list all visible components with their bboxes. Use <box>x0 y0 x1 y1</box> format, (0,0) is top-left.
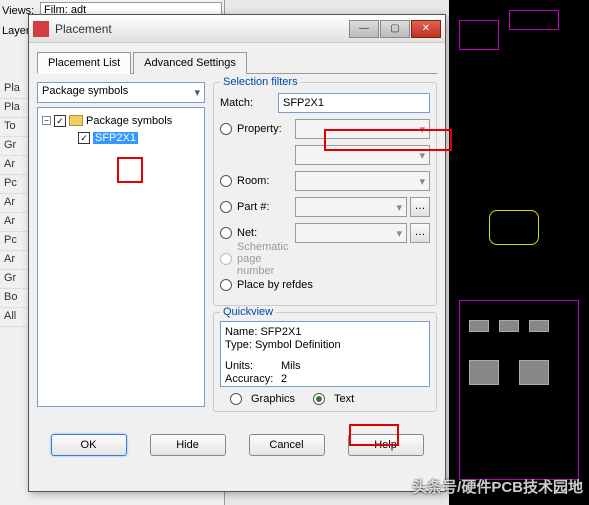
room-label: Room: <box>237 175 295 187</box>
side-item[interactable]: Gr <box>0 270 28 289</box>
placement-dialog: Placement — ▢ ✕ Placement List Advanced … <box>28 14 446 492</box>
net-radio[interactable] <box>220 227 232 239</box>
titlebar[interactable]: Placement — ▢ ✕ <box>29 15 445 43</box>
graphics-radio[interactable] <box>230 393 242 405</box>
side-item[interactable]: Ar <box>0 213 28 232</box>
room-radio[interactable] <box>220 175 232 187</box>
close-button[interactable]: ✕ <box>411 20 441 38</box>
tree-root[interactable]: − ✓ Package symbols <box>42 112 200 129</box>
net-label: Net: <box>237 227 295 239</box>
tab-placement-list[interactable]: Placement List <box>37 52 131 74</box>
refdes-radio[interactable] <box>220 279 232 291</box>
text-label: Text <box>334 393 354 405</box>
property-value-combo[interactable] <box>295 145 430 165</box>
symbol-tree[interactable]: − ✓ Package symbols ✓ SFP2X1 <box>37 107 205 407</box>
room-combo[interactable] <box>295 171 430 191</box>
tree-child-label: SFP2X1 <box>93 132 138 144</box>
selection-filters-group: Selection filters Match: Property: Room: <box>213 82 437 306</box>
part-more-button[interactable]: … <box>410 197 430 217</box>
pcb-canvas[interactable] <box>449 0 589 505</box>
app-icon <box>33 21 49 37</box>
refdes-label: Place by refdes <box>237 279 313 291</box>
quickview-group: Quickview Name: SFP2X1 Type: Symbol Defi… <box>213 312 437 412</box>
maximize-button[interactable]: ▢ <box>380 20 410 38</box>
part-combo[interactable] <box>295 197 407 217</box>
ok-button[interactable]: OK <box>51 434 127 456</box>
side-item[interactable]: Bo <box>0 289 28 308</box>
schematic-radio <box>220 253 232 265</box>
side-item[interactable]: Ar <box>0 251 28 270</box>
watermark: 头条号/硬件PCB技术园地 <box>412 476 583 497</box>
property-combo[interactable] <box>295 119 430 139</box>
part-label: Part #: <box>237 201 295 213</box>
side-item[interactable]: Pc <box>0 175 28 194</box>
tree-checkbox[interactable]: ✓ <box>78 132 90 144</box>
folder-icon <box>69 115 83 126</box>
tree-root-label: Package symbols <box>86 115 172 127</box>
side-list: Pla Pla To Gr Ar Pc Ar Ar Pc Ar Gr Bo Al… <box>0 80 28 327</box>
part-radio[interactable] <box>220 201 232 213</box>
collapse-icon[interactable]: − <box>42 116 51 125</box>
button-row: OK Hide Cancel Help <box>29 426 445 464</box>
quickview-text: Name: SFP2X1 Type: Symbol Definition Uni… <box>220 321 430 387</box>
cancel-button[interactable]: Cancel <box>249 434 325 456</box>
net-more-button[interactable]: … <box>410 223 430 243</box>
property-label: Property: <box>237 123 295 135</box>
quickview-title: Quickview <box>220 306 276 318</box>
match-input[interactable] <box>278 93 430 113</box>
side-item[interactable]: Pla <box>0 99 28 118</box>
side-item[interactable]: Ar <box>0 194 28 213</box>
graphics-label: Graphics <box>251 393 295 405</box>
tree-checkbox[interactable]: ✓ <box>54 115 66 127</box>
net-combo[interactable] <box>295 223 407 243</box>
property-radio[interactable] <box>220 123 232 135</box>
side-item[interactable]: All <box>0 308 28 327</box>
hide-button[interactable]: Hide <box>150 434 226 456</box>
schematic-label: Schematic page number <box>237 241 295 277</box>
side-item[interactable]: Ar <box>0 156 28 175</box>
tab-advanced-settings[interactable]: Advanced Settings <box>133 52 247 74</box>
side-item[interactable]: To <box>0 118 28 137</box>
tab-bar: Placement List Advanced Settings <box>37 51 437 74</box>
side-item[interactable]: Gr <box>0 137 28 156</box>
match-label: Match: <box>220 97 278 109</box>
side-item[interactable]: Pc <box>0 232 28 251</box>
help-button[interactable]: Help <box>348 434 424 456</box>
text-radio[interactable] <box>313 393 325 405</box>
symbol-type-combo[interactable]: Package symbols <box>37 82 205 103</box>
dialog-title: Placement <box>55 22 348 36</box>
side-item[interactable]: Pla <box>0 80 28 99</box>
tree-child[interactable]: ✓ SFP2X1 <box>42 129 200 146</box>
filters-title: Selection filters <box>220 76 301 88</box>
minimize-button[interactable]: — <box>349 20 379 38</box>
